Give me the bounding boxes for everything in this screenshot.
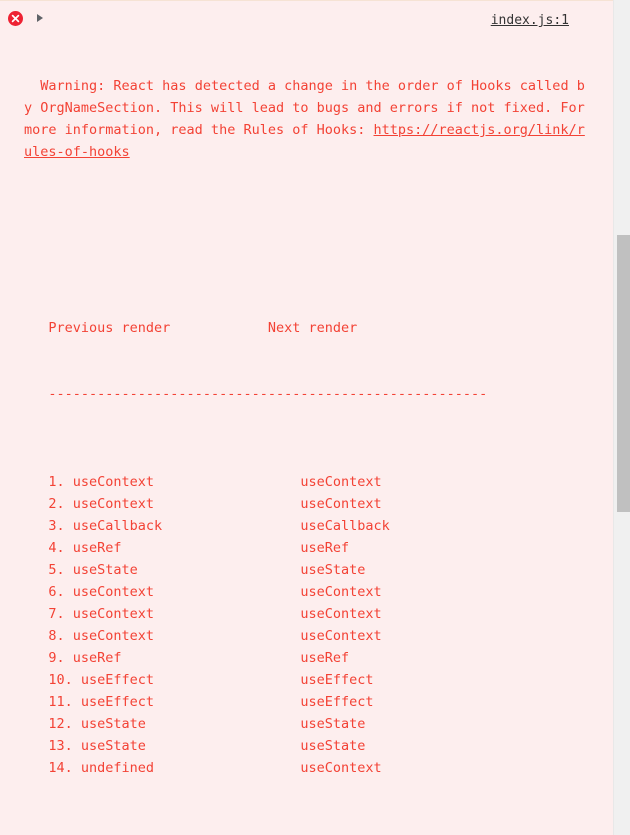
vertical-scrollbar-track[interactable] — [613, 0, 630, 835]
hooks-table-row: 10. useEffect useEffect — [24, 672, 374, 688]
warning-intro-line: Warning: React has detected a change in … — [24, 75, 589, 163]
hooks-table-row: 4. useRef useRef — [24, 540, 350, 556]
hooks-comparison-table: 1. useContext useContext 2. useContext u… — [24, 471, 589, 779]
hooks-table-row: 8. useContext useContext — [24, 628, 382, 644]
hooks-table-row: 7. useContext useContext — [24, 606, 382, 622]
hooks-table-row: 13. useState useState — [24, 738, 366, 754]
spacer-line — [24, 229, 589, 251]
hooks-table-row: 11. useEffect useEffect — [24, 694, 374, 710]
hooks-table-row: 12. useState useState — [24, 716, 366, 732]
hooks-table-row: 1. useContext useContext — [24, 474, 382, 490]
table-header-row: Previous render Next render — [24, 320, 358, 336]
error-circle-icon — [8, 11, 23, 26]
hooks-table-row: 5. useState useState — [24, 562, 366, 578]
hooks-table-row: 6. useContext useContext — [24, 584, 382, 600]
console-error-entry[interactable]: index.js:1 Warning: React has detected a… — [0, 0, 613, 835]
devtools-console-panel: index.js:1 Warning: React has detected a… — [0, 0, 630, 835]
console-message-body: Warning: React has detected a change in … — [24, 9, 589, 835]
hooks-table-row: 14. undefined useContext — [24, 760, 382, 776]
hooks-table-row: 9. useRef useRef — [24, 650, 350, 666]
hooks-table-row: 3. useCallback useCallback — [24, 518, 390, 534]
table-separator-row: ----------------------------------------… — [24, 386, 488, 402]
vertical-scrollbar-thumb[interactable] — [617, 235, 630, 512]
hooks-table-row: 2. useContext useContext — [24, 496, 382, 512]
